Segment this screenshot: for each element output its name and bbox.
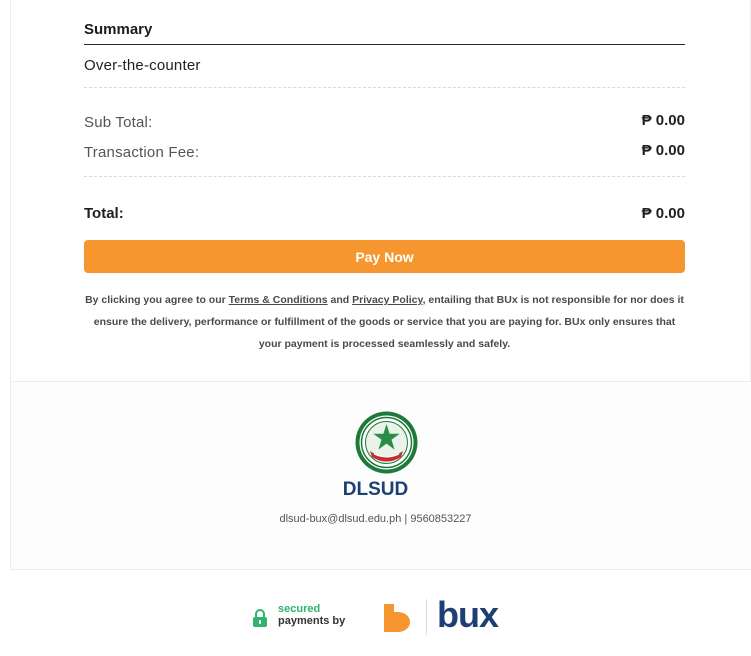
dashed-divider <box>84 176 685 177</box>
content-left-border <box>10 0 11 382</box>
lock-icon <box>253 609 267 627</box>
subtotal-label: Sub Total: <box>84 114 153 131</box>
transaction-fee-label: Transaction Fee: <box>84 144 200 161</box>
disclaimer-prefix: By clicking you agree to our <box>85 294 229 306</box>
dashed-divider <box>84 87 685 88</box>
terms-conditions-link[interactable]: Terms & Conditions <box>229 294 328 306</box>
merchant-name: DLSUD <box>342 479 409 500</box>
merchant-phone: 9560853227 <box>410 513 472 525</box>
total-value: ₱ 0.00 <box>641 205 685 222</box>
contact-separator: | <box>401 513 411 525</box>
transaction-fee-value: ₱ 0.00 <box>641 142 685 159</box>
disclaimer-and: and <box>327 294 353 306</box>
pay-now-button[interactable]: Pay Now <box>84 240 685 273</box>
terms-disclaimer: By clicking you agree to our Terms & Con… <box>84 289 685 355</box>
merchant-email: dlsud-bux@dlsud.edu.ph <box>279 513 402 525</box>
payments-by-text: payments by <box>278 615 346 627</box>
secured-text: secured <box>278 603 321 615</box>
subtotal-value: ₱ 0.00 <box>641 112 685 129</box>
payment-method: Over-the-counter <box>84 57 201 74</box>
summary-heading: Summary <box>84 21 153 38</box>
merchant-contact: dlsud-bux@dlsud.edu.ph | 9560853227 <box>0 513 751 525</box>
footer-divider <box>426 599 427 635</box>
summary-divider <box>84 44 685 45</box>
privacy-policy-link[interactable]: Privacy Policy <box>352 294 422 306</box>
bux-logo-icon <box>384 604 410 632</box>
bux-wordmark: bux <box>437 594 499 635</box>
total-label: Total: <box>84 205 124 222</box>
merchant-seal-logo <box>355 411 418 474</box>
